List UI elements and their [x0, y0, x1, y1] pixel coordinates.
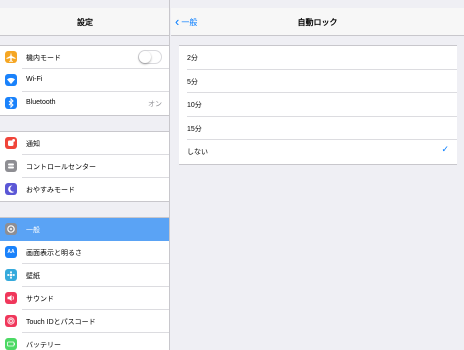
- checkmark-icon: ✓: [441, 144, 449, 154]
- bluetooth-status: オン: [148, 101, 162, 108]
- settings-sidebar: 設定 機内モード Wi-Fi Bluetooth オン 通知 コントロールセンタ…: [0, 0, 170, 350]
- sidebar-item-label: 壁紙: [26, 273, 40, 280]
- notifications-icon: [5, 137, 17, 149]
- sound-icon: [5, 292, 17, 304]
- sidebar-title: 設定: [77, 18, 93, 27]
- display-brightness-icon: AA: [5, 246, 17, 258]
- sidebar-item-label: 一般: [26, 227, 40, 234]
- option-10-min[interactable]: 10分: [179, 93, 457, 117]
- option-5-min[interactable]: 5分: [179, 70, 457, 93]
- sidebar-item-battery[interactable]: バッテリー: [0, 333, 169, 350]
- sidebar-item-label: コントロールセンター: [26, 164, 96, 171]
- sidebar-item-touch-id-passcode[interactable]: Touch IDとパスコード: [0, 310, 169, 333]
- settings-group-notifications: 通知 コントロールセンター おやすみモード: [0, 131, 169, 202]
- sidebar-item-notifications[interactable]: 通知: [0, 132, 169, 155]
- sidebar-item-label: サウンド: [26, 296, 54, 303]
- settings-group-general: 一般 AA 画面表示と明るさ 壁紙 サウンド Touch IDとパスコード バッ…: [0, 217, 169, 350]
- option-label: しない: [187, 149, 208, 156]
- gear-icon: [5, 223, 17, 235]
- airplane-icon: [5, 51, 17, 63]
- sidebar-item-display-brightness[interactable]: AA 画面表示と明るさ: [0, 241, 169, 264]
- control-center-icon: [5, 160, 17, 172]
- sidebar-item-control-center[interactable]: コントロールセンター: [0, 155, 169, 178]
- sidebar-item-label: バッテリー: [26, 342, 61, 349]
- sidebar-item-label: おやすみモード: [26, 187, 75, 194]
- sidebar-item-wifi[interactable]: Wi-Fi: [0, 69, 169, 92]
- settings-group-connectivity: 機内モード Wi-Fi Bluetooth オン: [0, 45, 169, 116]
- sidebar-item-general[interactable]: 一般: [0, 218, 169, 241]
- moon-icon: [5, 183, 17, 195]
- sidebar-item-bluetooth[interactable]: Bluetooth オン: [0, 92, 169, 115]
- fingerprint-icon: [5, 315, 17, 327]
- battery-icon: [5, 338, 17, 350]
- option-never[interactable]: しない ✓: [179, 140, 457, 164]
- sidebar-item-label: 機内モード: [26, 55, 61, 62]
- sidebar-item-label: Bluetooth: [26, 99, 56, 106]
- sidebar-item-do-not-disturb[interactable]: おやすみモード: [0, 178, 169, 201]
- sidebar-item-wallpaper[interactable]: 壁紙: [0, 264, 169, 287]
- sidebar-item-sounds[interactable]: サウンド: [0, 287, 169, 310]
- airplane-mode-toggle[interactable]: [138, 50, 162, 64]
- toggle-knob: [139, 51, 151, 63]
- sidebar-header: 設定: [0, 8, 169, 36]
- auto-lock-detail: ‹ 一般 自動ロック 2分 5分 10分 15分 しない ✓: [171, 0, 464, 350]
- option-15-min[interactable]: 15分: [179, 117, 457, 140]
- sidebar-item-airplane-mode[interactable]: 機内モード: [0, 46, 169, 69]
- page-title: 自動ロック: [297, 18, 338, 27]
- option-label: 15分: [187, 125, 202, 133]
- sidebar-item-label: 画面表示と明るさ: [26, 250, 82, 257]
- sidebar-item-label: Wi-Fi: [26, 76, 43, 83]
- option-label: 2分: [187, 55, 198, 62]
- option-label: 10分: [187, 102, 202, 109]
- bluetooth-icon: [5, 97, 17, 109]
- option-label: 5分: [187, 78, 198, 86]
- option-2-min[interactable]: 2分: [179, 46, 457, 70]
- auto-lock-options: 2分 5分 10分 15分 しない ✓: [179, 45, 457, 165]
- sidebar-item-label: Touch IDとパスコード: [26, 319, 96, 326]
- sidebar-item-label: 通知: [26, 141, 40, 148]
- wallpaper-icon: [5, 269, 17, 281]
- detail-header: ‹ 一般 自動ロック: [171, 8, 464, 36]
- wifi-icon: [5, 74, 17, 86]
